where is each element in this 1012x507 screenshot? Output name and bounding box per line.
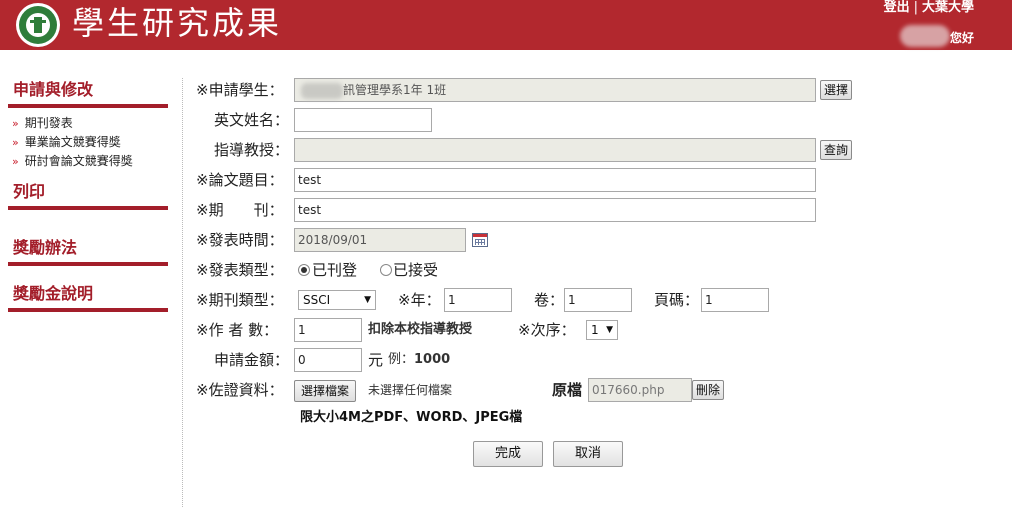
authors-label: ※作 者 數：: [196, 321, 279, 339]
calendar-icon[interactable]: [472, 233, 488, 247]
radio-accepted[interactable]: [380, 264, 392, 276]
university-link[interactable]: 大葉大學: [922, 0, 974, 15]
radio-published-label: 已刊登: [312, 261, 358, 279]
authors-input[interactable]: 1: [294, 318, 362, 342]
english-name-input[interactable]: [294, 108, 432, 132]
advisor-label: 指導教授：: [214, 141, 290, 159]
submit-button[interactable]: 完成: [473, 441, 543, 467]
double-chevron-icon: »: [12, 117, 19, 130]
top-links: 登出 | 大葉大學: [884, 0, 974, 16]
delete-file-button[interactable]: 刪除: [692, 380, 725, 400]
sidebar-item-journal[interactable]: » 期刊發表: [12, 114, 133, 133]
authors-note: 扣除本校指導教授: [368, 322, 473, 337]
pub-date-label: ※發表時間：: [196, 231, 284, 249]
advisor-field[interactable]: [294, 138, 816, 162]
greeting-text: 您好: [949, 31, 974, 45]
amount-example: 例：1000: [388, 352, 451, 367]
sidebar-section-print[interactable]: 列印: [8, 182, 168, 210]
english-name-label: 英文姓名：: [214, 111, 290, 129]
radio-published[interactable]: [298, 264, 310, 276]
choose-file-button[interactable]: 選擇檔案: [294, 380, 357, 402]
dropdown-arrow-icon: ▼: [606, 325, 613, 335]
logout-link[interactable]: 登出: [884, 0, 910, 15]
link-separator: |: [913, 0, 918, 15]
order-label: ※次序：: [518, 321, 576, 339]
pages-input[interactable]: 1: [701, 288, 769, 312]
dropdown-arrow-icon: ▼: [364, 295, 371, 305]
year-input[interactable]: 1: [444, 288, 512, 312]
cancel-button[interactable]: 取消: [553, 441, 623, 467]
applicant-field[interactable]: 訊管理學系1年 1班: [294, 78, 816, 102]
pub-type-label: ※發表類型：: [196, 261, 284, 279]
sidebar-section-bonus[interactable]: 獎勵金說明: [8, 284, 168, 312]
original-file-field: 017660.php: [588, 378, 692, 402]
double-chevron-icon: »: [12, 155, 19, 168]
sidebar-item-conference-award[interactable]: » 研討會論文競賽得獎: [12, 152, 133, 171]
thesis-title-input[interactable]: test: [294, 168, 816, 192]
evidence-label: ※佐證資料：: [196, 381, 284, 399]
page-title: 學生研究成果: [72, 4, 283, 42]
sidebar-sub-list: » 期刊發表 » 畢業論文競賽得獎 » 研討會論文競賽得獎: [12, 114, 133, 171]
journal-type-select[interactable]: SSCI ▼: [298, 290, 376, 310]
no-file-text: 未選擇任何檔案: [368, 383, 453, 397]
double-chevron-icon: »: [12, 136, 19, 149]
sidebar-section-apply[interactable]: 申請與修改: [8, 80, 168, 108]
thesis-title-label: ※論文題目：: [196, 171, 284, 189]
applicant-label: ※申請學生：: [196, 81, 284, 99]
content-divider: [182, 78, 183, 507]
student-name-redacted: [301, 83, 343, 99]
file-limit-note: 限大小4M之PDF、WORD、JPEG檔: [300, 410, 523, 425]
amount-label: 申請金額：: [214, 351, 290, 369]
select-student-button[interactable]: 選擇: [820, 80, 853, 100]
volume-input[interactable]: 1: [564, 288, 632, 312]
year-label: ※年：: [398, 291, 441, 309]
original-file-label: 原檔: [552, 381, 583, 399]
pub-date-input[interactable]: 2018/09/01: [294, 228, 466, 252]
sidebar-section-rules[interactable]: 獎勵辦法: [8, 238, 168, 266]
query-advisor-button[interactable]: 查詢: [820, 140, 853, 160]
pages-label: 頁碼：: [654, 291, 700, 309]
radio-accepted-label: 已接受: [393, 261, 439, 279]
amount-unit: 元: [368, 351, 384, 369]
university-logo: [16, 3, 60, 47]
amount-input[interactable]: 0: [294, 348, 362, 372]
journal-type-label: ※期刊類型：: [196, 291, 284, 309]
order-select[interactable]: 1 ▼: [586, 320, 618, 340]
volume-label: 卷：: [534, 291, 565, 309]
top-header: 學生研究成果 登出 | 大葉大學 您好: [0, 0, 1012, 50]
user-name-redacted: [900, 25, 950, 47]
sidebar-item-thesis-award[interactable]: » 畢業論文競賽得獎: [12, 133, 133, 152]
journal-input[interactable]: test: [294, 198, 816, 222]
journal-label: ※期 刊：: [196, 201, 284, 219]
